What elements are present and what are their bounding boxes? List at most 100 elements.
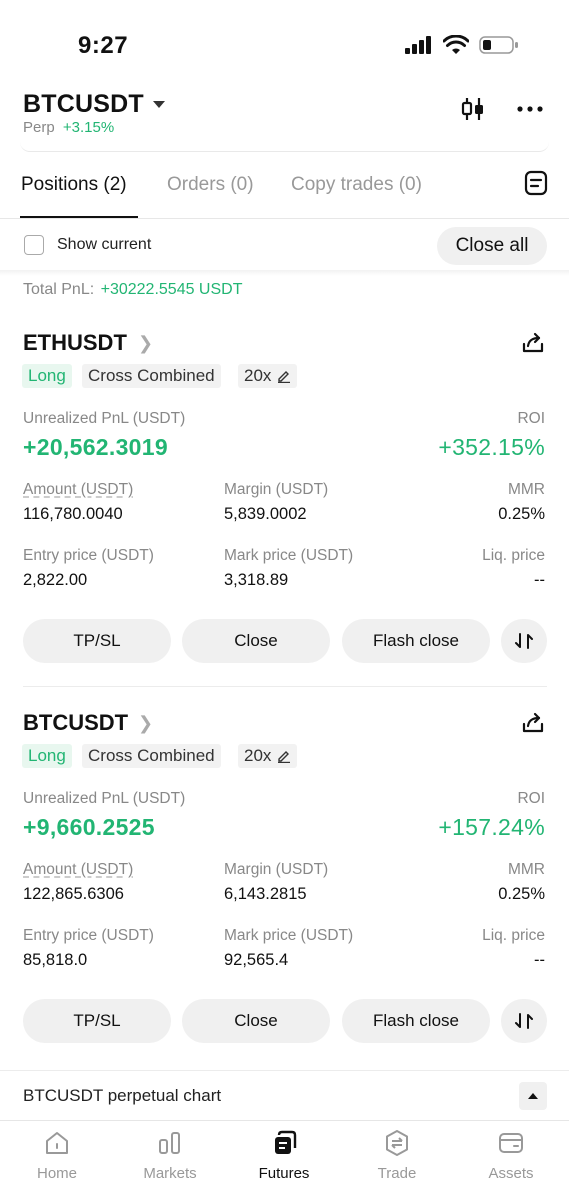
price-change: +3.15% (62, 119, 115, 136)
filter-row: Show current Close all (0, 224, 569, 270)
futures-icon (275, 1130, 297, 1154)
close-position-button[interactable]: Close (182, 999, 330, 1043)
margin-mode-badge: Cross Combined (82, 364, 221, 388)
leverage-badge[interactable]: 20x (238, 364, 298, 388)
chart-bar-label: BTCUSDT perpetual chart (23, 1086, 222, 1105)
position-card: BTCUSDT ❯ Long Cross Combined 20x Unreal… (0, 710, 569, 1080)
card-divider (23, 686, 547, 687)
trade-icon (386, 1130, 408, 1156)
show-current-checkbox[interactable] (24, 235, 44, 255)
edit-icon (278, 371, 291, 383)
cellular-signal-icon (405, 36, 431, 54)
margin-label: Margin (USDT) (224, 861, 329, 878)
amount-value: 116,780.0040 (23, 505, 123, 523)
active-tab-indicator (20, 216, 138, 218)
close-position-button[interactable]: Close (182, 619, 330, 663)
entry-price-label: Entry price (USDT) (23, 547, 154, 564)
order-history-icon[interactable] (524, 170, 548, 196)
nav-trade-label: Trade (377, 1165, 417, 1182)
header-divider (20, 142, 549, 152)
liq-price-label: Liq. price (482, 927, 545, 944)
mark-price-label: Mark price (USDT) (224, 547, 354, 564)
more-options-icon[interactable] (516, 96, 544, 122)
chevron-right-icon[interactable]: ❯ (138, 713, 153, 734)
markets-icon (159, 1132, 180, 1154)
caret-up-icon (528, 1093, 538, 1099)
position-pair[interactable]: ETHUSDT (23, 330, 127, 356)
nav-futures-label: Futures (258, 1165, 310, 1182)
entry-price-value: 2,822.00 (23, 571, 88, 589)
position-pair[interactable]: BTCUSDT (23, 710, 128, 736)
flash-close-button[interactable]: Flash close (342, 619, 490, 663)
entry-price-label: Entry price (USDT) (23, 927, 154, 944)
wifi-icon (443, 35, 469, 54)
battery-icon (479, 36, 518, 54)
symbol-subtitle: Perp +3.15% (23, 119, 114, 136)
show-current-label: Show current (57, 236, 152, 253)
total-pnl-label: Total PnL: (23, 281, 95, 298)
mmr-value: 0.25% (498, 505, 545, 523)
caret-down-icon (152, 100, 165, 108)
margin-value: 5,839.0002 (224, 505, 307, 523)
nav-markets-label: Markets (143, 1165, 197, 1182)
nav-markets[interactable]: Markets (120, 1127, 220, 1182)
tab-copy-trades[interactable]: Copy trades (0) (291, 174, 422, 196)
total-pnl-value: +30222.5545 USDT (100, 281, 243, 298)
nav-assets[interactable]: Assets (461, 1127, 561, 1182)
leverage-value: 20x (244, 366, 272, 385)
position-card: ETHUSDT ❯ Long Cross Combined 20x Unreal… (0, 330, 569, 700)
status-bar: 9:27 (0, 0, 569, 80)
expand-chart-button[interactable] (519, 1082, 547, 1110)
assets-icon (499, 1133, 523, 1153)
unrealized-pnl-value: +20,562.3019 (23, 434, 168, 460)
roi-label: ROI (517, 410, 545, 427)
amount-value: 122,865.6306 (23, 885, 124, 903)
nav-futures[interactable]: Futures (234, 1127, 334, 1182)
unrealized-pnl-value: +9,660.2525 (23, 814, 155, 840)
close-all-button[interactable]: Close all (437, 227, 547, 265)
symbol-header: BTCUSDT Perp +3.15% (0, 86, 569, 148)
roi-label: ROI (517, 790, 545, 807)
share-icon[interactable] (521, 331, 545, 355)
side-badge: Long (22, 744, 72, 768)
mmr-label: MMR (507, 861, 545, 878)
edit-icon (278, 751, 291, 763)
roi-value: +352.15% (438, 434, 545, 460)
filter-shadow (0, 270, 569, 276)
amount-label[interactable]: Amount (USDT) (23, 861, 133, 879)
total-pnl: Total PnL: +30222.5545 USDT (23, 281, 242, 299)
tpsl-button[interactable]: TP/SL (23, 999, 171, 1043)
leverage-badge[interactable]: 20x (238, 744, 298, 768)
nav-trade[interactable]: Trade (347, 1127, 447, 1182)
status-time: 9:27 (78, 32, 129, 59)
tab-positions[interactable]: Positions (2) (21, 174, 127, 196)
share-icon[interactable] (521, 711, 545, 735)
margin-label: Margin (USDT) (224, 481, 329, 498)
nav-home[interactable]: Home (7, 1127, 107, 1182)
contract-type: Perp (23, 119, 55, 136)
chart-bar[interactable]: BTCUSDT perpetual chart (0, 1070, 569, 1120)
positions-tabs: Positions (2) Orders (0) Copy trades (0) (0, 164, 569, 219)
flash-close-button[interactable]: Flash close (342, 999, 490, 1043)
entry-price-value: 85,818.0 (23, 951, 88, 969)
chevron-right-icon[interactable]: ❯ (138, 333, 153, 354)
nav-assets-label: Assets (488, 1165, 534, 1182)
liq-price-value: -- (534, 571, 545, 589)
margin-mode-badge: Cross Combined (82, 744, 221, 768)
roi-value: +157.24% (438, 814, 545, 840)
tpsl-button[interactable]: TP/SL (23, 619, 171, 663)
candlestick-chart-icon[interactable] (460, 96, 486, 122)
reverse-position-button[interactable] (501, 619, 547, 663)
liq-price-value: -- (534, 951, 545, 969)
liq-price-label: Liq. price (482, 547, 545, 564)
margin-value: 6,143.2815 (224, 885, 307, 903)
reverse-position-button[interactable] (501, 999, 547, 1043)
unrealized-pnl-label: Unrealized PnL (USDT) (23, 790, 186, 807)
amount-label[interactable]: Amount (USDT) (23, 481, 133, 499)
swap-arrows-icon (515, 633, 533, 649)
symbol-selector[interactable]: BTCUSDT (23, 90, 166, 119)
side-badge: Long (22, 364, 72, 388)
tab-orders[interactable]: Orders (0) (167, 174, 254, 196)
nav-home-label: Home (36, 1165, 77, 1182)
mark-price-value: 92,565.4 (224, 951, 289, 969)
